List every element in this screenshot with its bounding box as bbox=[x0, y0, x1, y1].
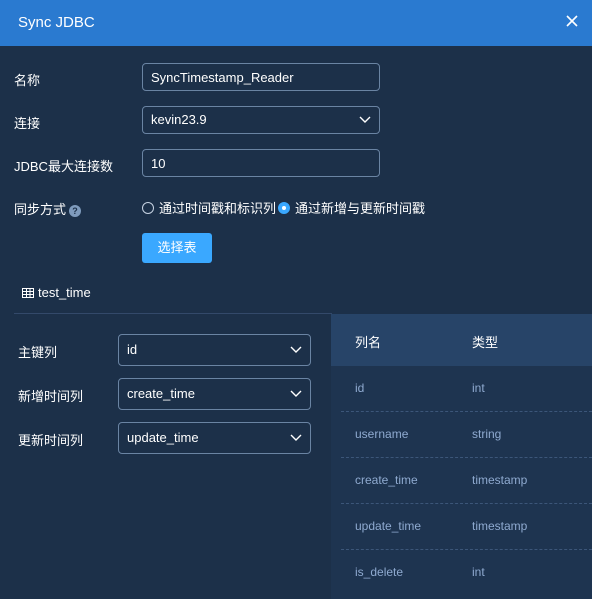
column-type: timestamp bbox=[472, 473, 528, 487]
help-icon[interactable]: ? bbox=[69, 204, 82, 217]
table-row: id int bbox=[331, 366, 592, 412]
column-name: create_time bbox=[355, 473, 418, 487]
column-type: int bbox=[472, 565, 485, 579]
connection-value: kevin23.9 bbox=[151, 112, 207, 127]
max-connections-label: JDBC最大连接数 bbox=[14, 159, 113, 174]
chevron-down-icon bbox=[290, 434, 302, 441]
table-row: update_time timestamp bbox=[331, 504, 592, 550]
table-row: is_delete int bbox=[331, 550, 592, 596]
primary-key-select[interactable]: id bbox=[118, 334, 311, 366]
column-name-header: 列名 bbox=[355, 335, 382, 350]
connection-select[interactable]: kevin23.9 bbox=[142, 106, 380, 134]
radio-checked-icon bbox=[278, 201, 290, 214]
primary-key-value: id bbox=[127, 342, 138, 357]
sync-mode-radio-timestamp-identity[interactable]: 通过时间戳和标识列 bbox=[142, 198, 276, 217]
columns-table-header: 列名 类型 bbox=[331, 314, 592, 366]
table-name: test_time bbox=[22, 285, 91, 300]
name-input[interactable] bbox=[142, 63, 380, 91]
create-time-value: create_time bbox=[127, 386, 195, 401]
connection-label: 连接 bbox=[14, 116, 41, 131]
sync-mode-text: 同步方式 bbox=[14, 202, 67, 217]
column-name: update_time bbox=[355, 519, 422, 533]
radio-icon bbox=[142, 201, 154, 214]
chevron-down-icon bbox=[290, 390, 302, 397]
max-connections-input[interactable] bbox=[142, 149, 380, 177]
divider bbox=[14, 313, 332, 314]
create-time-select[interactable]: create_time bbox=[118, 378, 311, 410]
columns-table: 列名 类型 id int username string create_time… bbox=[331, 314, 592, 599]
table-name-text: test_time bbox=[38, 285, 91, 300]
name-label: 名称 bbox=[14, 73, 41, 88]
chevron-down-icon bbox=[359, 116, 371, 123]
update-time-label: 更新时间列 bbox=[18, 433, 84, 448]
column-type-header: 类型 bbox=[472, 335, 499, 350]
table-row: create_time timestamp bbox=[331, 458, 592, 504]
sync-mode-radio-insert-update[interactable]: 通过新增与更新时间戳 bbox=[278, 198, 425, 217]
close-icon[interactable] bbox=[564, 13, 580, 29]
primary-key-label: 主键列 bbox=[18, 345, 58, 360]
column-type: timestamp bbox=[472, 519, 528, 533]
radio-label: 通过时间戳和标识列 bbox=[159, 201, 277, 216]
column-name: is_delete bbox=[355, 565, 404, 579]
column-type: int bbox=[472, 381, 485, 395]
dialog-title: Sync JDBC bbox=[18, 14, 95, 31]
select-table-button[interactable]: 选择表 bbox=[142, 233, 212, 263]
chevron-down-icon bbox=[290, 346, 302, 353]
table-icon bbox=[22, 287, 34, 298]
update-time-select[interactable]: update_time bbox=[118, 422, 311, 454]
table-row: username string bbox=[331, 412, 592, 458]
sync-mode-label: 同步方式? bbox=[14, 199, 82, 218]
radio-label: 通过新增与更新时间戳 bbox=[295, 201, 426, 216]
column-type: string bbox=[472, 427, 502, 441]
dialog-header: Sync JDBC bbox=[0, 0, 592, 46]
update-time-value: update_time bbox=[127, 430, 199, 445]
create-time-label: 新增时间列 bbox=[18, 389, 84, 404]
column-name: username bbox=[355, 427, 409, 441]
column-name: id bbox=[355, 381, 365, 395]
